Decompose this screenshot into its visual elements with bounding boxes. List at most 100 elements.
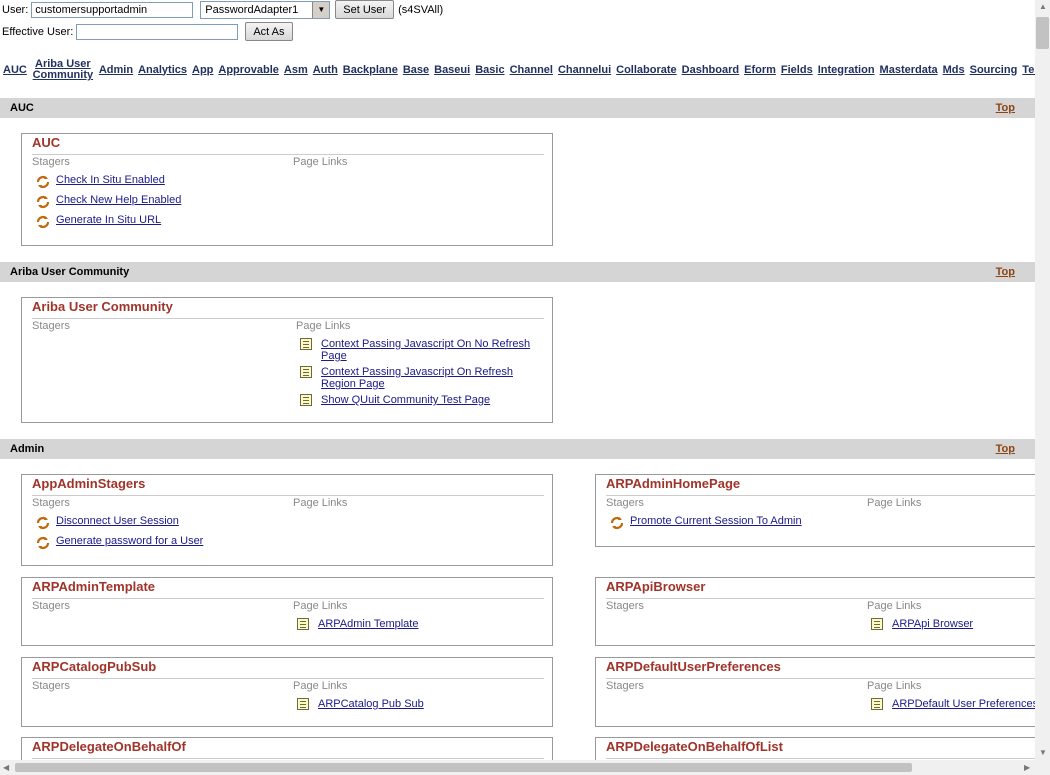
- nav-link-admin[interactable]: Admin: [99, 64, 133, 76]
- page-link[interactable]: ARPDefault User Preferences: [892, 698, 1035, 710]
- section-title: Admin: [10, 443, 45, 455]
- horizontal-scroll-thumb[interactable]: [15, 763, 912, 772]
- stager-link[interactable]: Generate In Situ URL: [56, 214, 161, 226]
- chevron-down-icon[interactable]: ▼: [312, 1, 330, 18]
- module-nav: AUC Ariba User Community Admin Analytics…: [0, 55, 1035, 85]
- page-links-heading: Page Links: [867, 680, 922, 692]
- page-link-item: Context Passing Javascript On No Refresh…: [300, 338, 540, 362]
- page-icon: [300, 366, 312, 378]
- group-box-app-admin-stagers: AppAdminStagers Stagers Page Links Disco…: [21, 474, 553, 566]
- page-link[interactable]: Context Passing Javascript On No Refresh…: [321, 338, 540, 362]
- nav-link-sourcing[interactable]: Sourcing: [970, 64, 1018, 76]
- page-link-item: ARPCatalog Pub Sub: [297, 698, 424, 710]
- nav-link-auc[interactable]: AUC: [3, 64, 27, 76]
- stager-link[interactable]: Check In Situ Enabled: [56, 174, 165, 186]
- group-box-arp-default-user-preferences: ARPDefaultUserPreferences Stagers Page L…: [595, 657, 1035, 727]
- divider: [32, 154, 544, 155]
- divider: [32, 495, 544, 496]
- stagers-heading: Stagers: [606, 497, 644, 509]
- nav-link-mds[interactable]: Mds: [943, 64, 965, 76]
- top-link[interactable]: Top: [996, 102, 1015, 114]
- scroll-up-icon[interactable]: ▲: [1039, 2, 1047, 11]
- stagers-heading: Stagers: [32, 320, 70, 332]
- page-viewport: User: PasswordAdapter1 ▼ Set User (s4SVA…: [0, 0, 1035, 760]
- group-title: ARPAdminHomePage: [606, 476, 741, 491]
- nav-link-app[interactable]: App: [192, 64, 213, 76]
- group-title: ARPDelegateOnBehalfOf: [32, 739, 186, 754]
- stager-link[interactable]: Promote Current Session To Admin: [630, 515, 802, 527]
- scroll-left-icon[interactable]: ◀: [3, 763, 9, 772]
- user-input[interactable]: [31, 1, 194, 18]
- nav-link-eform[interactable]: Eform: [744, 64, 776, 76]
- adapter-select-value: PasswordAdapter1: [205, 3, 299, 16]
- stagers-heading: Stagers: [606, 600, 644, 612]
- page-link[interactable]: ARPApi Browser: [892, 618, 973, 630]
- nav-link-auth[interactable]: Auth: [313, 64, 338, 76]
- page-icon: [871, 618, 883, 630]
- stager-link[interactable]: Generate password for a User: [56, 535, 203, 547]
- nav-link-testa[interactable]: Testa: [1022, 64, 1035, 76]
- group-title: ARPDelegateOnBehalfOfList: [606, 739, 783, 754]
- stager-item: Check In Situ Enabled: [34, 174, 165, 190]
- stagers-heading: Stagers: [32, 600, 70, 612]
- scrollbar-corner: [1035, 760, 1050, 775]
- group-box-ariba-user-community: Ariba User Community Stagers Page Links …: [21, 297, 553, 423]
- effective-user-row: Effective User: Act As: [2, 22, 293, 41]
- adapter-select[interactable]: PasswordAdapter1 ▼: [200, 0, 331, 19]
- nav-link-masterdata[interactable]: Masterdata: [880, 64, 938, 76]
- set-user-button[interactable]: Set User: [335, 0, 395, 19]
- nav-link-approvable[interactable]: Approvable: [218, 64, 279, 76]
- nav-link-backplane[interactable]: Backplane: [343, 64, 398, 76]
- act-as-button[interactable]: Act As: [245, 22, 293, 41]
- nav-link-basic[interactable]: Basic: [475, 64, 504, 76]
- group-title: ARPDefaultUserPreferences: [606, 659, 781, 674]
- nav-link-channelui[interactable]: Channelui: [558, 64, 611, 76]
- stager-item: Disconnect User Session: [34, 515, 179, 531]
- nav-link-dashboard[interactable]: Dashboard: [682, 64, 739, 76]
- nav-link-collaborate[interactable]: Collaborate: [616, 64, 677, 76]
- page-link[interactable]: ARPAdmin Template: [318, 618, 418, 630]
- nav-link-integration[interactable]: Integration: [818, 64, 875, 76]
- page-icon: [871, 698, 883, 710]
- group-box-auc: AUC Stagers Page Links Check In Situ Ena…: [21, 133, 553, 246]
- top-link[interactable]: Top: [996, 266, 1015, 278]
- page-icon: [300, 394, 312, 406]
- top-link[interactable]: Top: [996, 443, 1015, 455]
- effective-user-input[interactable]: [76, 23, 239, 40]
- stager-link[interactable]: Disconnect User Session: [56, 515, 179, 527]
- divider: [32, 758, 544, 759]
- page-icon: [300, 338, 312, 350]
- page-links-heading: Page Links: [293, 156, 348, 168]
- nav-link-asm[interactable]: Asm: [284, 64, 308, 76]
- nav-link-base[interactable]: Base: [403, 64, 429, 76]
- vertical-scrollbar[interactable]: ▲ ▼: [1035, 0, 1050, 760]
- user-label: User:: [2, 3, 29, 16]
- divider: [606, 678, 1035, 679]
- stagers-heading: Stagers: [32, 156, 70, 168]
- realm-text: (s4SVAll): [398, 3, 444, 16]
- group-box-arp-admin-template: ARPAdminTemplate Stagers Page Links ARPA…: [21, 577, 553, 646]
- divider: [32, 678, 544, 679]
- nav-link-channel[interactable]: Channel: [510, 64, 553, 76]
- vertical-scroll-thumb[interactable]: [1036, 17, 1049, 49]
- group-title: Ariba User Community: [32, 299, 173, 314]
- page-link-item: ARPApi Browser: [871, 618, 973, 630]
- page-icon: [297, 618, 309, 630]
- stager-link[interactable]: Check New Help Enabled: [56, 194, 181, 206]
- divider: [606, 495, 1035, 496]
- page-link[interactable]: Context Passing Javascript On Refresh Re…: [321, 366, 540, 390]
- section-title: AUC: [10, 102, 34, 114]
- scroll-down-icon[interactable]: ▼: [1039, 748, 1047, 757]
- nav-link-ariba-user-community[interactable]: Ariba User Community: [32, 59, 94, 81]
- page-link[interactable]: Show QUuit Community Test Page: [321, 394, 490, 406]
- nav-link-baseui[interactable]: Baseui: [434, 64, 470, 76]
- page-link-item: ARPAdmin Template: [297, 618, 418, 630]
- nav-link-analytics[interactable]: Analytics: [138, 64, 187, 76]
- divider: [32, 318, 544, 319]
- page-links-heading: Page Links: [293, 600, 348, 612]
- page-link[interactable]: ARPCatalog Pub Sub: [318, 698, 424, 710]
- section-header-ariba-user-community: Ariba User Community Top: [0, 262, 1035, 282]
- scroll-right-icon[interactable]: ▶: [1024, 763, 1030, 772]
- nav-link-fields[interactable]: Fields: [781, 64, 813, 76]
- horizontal-scrollbar[interactable]: ◀ ▶: [0, 760, 1035, 775]
